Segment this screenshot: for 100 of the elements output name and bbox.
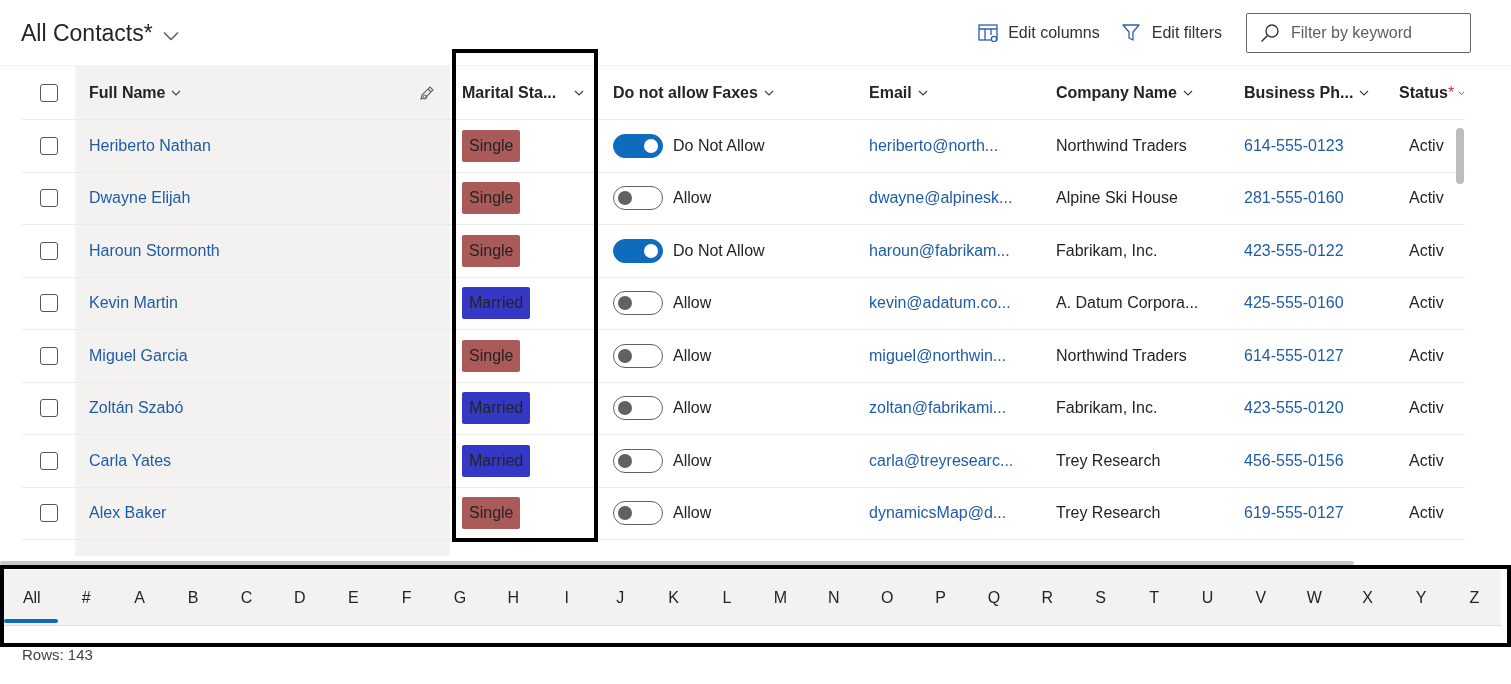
contact-link[interactable]: Miguel Garcia — [89, 346, 188, 365]
column-header[interactable]: Do not allow Faxes — [598, 66, 855, 119]
table-cell: Activ — [1409, 136, 1444, 155]
contact-link[interactable]: Dwayne Elijah — [89, 189, 191, 208]
phone-link[interactable]: 423-555-0122 — [1244, 241, 1344, 260]
row-checkbox[interactable] — [39, 346, 58, 365]
jump-bar-link[interactable]: J — [593, 570, 647, 625]
email-link[interactable]: miguel@northwin... — [869, 346, 1007, 365]
toggle-label: Allow — [673, 451, 712, 470]
email-link[interactable]: dynamicsMap@d... — [869, 504, 1007, 523]
table-cell: Fabrikam, Inc. — [1056, 399, 1158, 418]
edit-columns-button[interactable]: Edit columns — [978, 19, 1100, 46]
email-link[interactable]: heriberto@north... — [869, 136, 999, 155]
jump-bar-link[interactable]: L — [700, 570, 754, 625]
search-icon — [1260, 22, 1280, 43]
phone-link[interactable]: 614-555-0123 — [1244, 136, 1344, 155]
jump-bar-link[interactable]: Y — [1394, 570, 1448, 625]
jump-bar-link[interactable]: V — [1234, 570, 1288, 625]
toggle-switch[interactable] — [613, 238, 663, 263]
jump-bar-link[interactable]: All — [4, 570, 60, 625]
toggle-switch[interactable] — [613, 343, 663, 368]
email-link[interactable]: zoltan@fabrikami... — [869, 399, 1007, 418]
chevron-down-icon — [1182, 89, 1193, 96]
chevron-down-icon — [1458, 89, 1465, 96]
jump-bar-link[interactable]: R — [1020, 570, 1074, 625]
jump-bar-link[interactable]: I — [540, 570, 594, 625]
toggle-label: Allow — [673, 346, 712, 365]
toggle-switch[interactable] — [613, 133, 663, 158]
jump-bar-link[interactable]: # — [59, 570, 113, 625]
row-checkbox[interactable] — [39, 504, 58, 523]
email-link[interactable]: dwayne@alpinesk... — [869, 189, 1013, 208]
row-checkbox[interactable] — [39, 451, 58, 470]
row-checkbox[interactable] — [39, 136, 58, 155]
row-checkbox[interactable] — [39, 399, 58, 418]
jump-bar-link[interactable]: P — [913, 570, 968, 625]
scrollbar-thumb[interactable] — [1456, 128, 1464, 184]
email-link[interactable]: carla@treyresearc... — [869, 451, 1014, 470]
chevron-down-icon[interactable] — [162, 30, 179, 41]
jump-bar-link[interactable]: U — [1180, 570, 1235, 625]
jump-bar-link[interactable]: A — [112, 570, 167, 625]
table-cell: Activ — [1409, 399, 1444, 418]
jump-bar-link[interactable]: O — [860, 570, 914, 625]
email-link[interactable]: haroun@fabrikam... — [869, 241, 1010, 260]
search-field[interactable]: Filter by keyword — [1246, 12, 1471, 53]
jump-bar-link[interactable]: D — [273, 570, 327, 625]
chevron-down-icon — [763, 89, 774, 96]
column-header[interactable]: Status* — [1385, 66, 1465, 119]
select-all-checkbox[interactable] — [39, 83, 58, 102]
table-cell: Activ — [1409, 241, 1444, 260]
column-header[interactable]: Marital Sta... — [450, 66, 598, 119]
contact-link[interactable]: Alex Baker — [89, 504, 167, 523]
jump-bar-link[interactable]: S — [1074, 570, 1128, 625]
contact-link[interactable]: Haroun Stormonth — [89, 241, 220, 260]
phone-link[interactable]: 281-555-0160 — [1244, 189, 1344, 208]
jump-bar-link[interactable]: C — [219, 570, 274, 625]
jump-bar-link[interactable]: T — [1127, 570, 1181, 625]
jump-bar-link[interactable]: N — [807, 570, 861, 625]
column-header[interactable]: Business Ph... — [1230, 66, 1385, 119]
contact-link[interactable]: Kevin Martin — [89, 294, 178, 313]
view-title: All Contacts* — [21, 20, 153, 47]
jump-bar-link[interactable]: B — [166, 570, 220, 625]
table-gear-icon — [978, 23, 999, 42]
jump-bar-link[interactable]: M — [753, 570, 808, 625]
phone-link[interactable]: 619-555-0127 — [1244, 504, 1344, 523]
jump-bar-link[interactable]: E — [326, 570, 380, 625]
table-cell: Activ — [1409, 294, 1444, 313]
column-header[interactable]: Full Name — [75, 66, 450, 119]
edit-filters-button[interactable]: Edit filters — [1121, 19, 1222, 46]
toggle-switch[interactable] — [613, 396, 663, 421]
jump-bar-link[interactable]: F — [379, 570, 434, 625]
row-checkbox[interactable] — [39, 241, 58, 260]
row-checkbox[interactable] — [39, 294, 58, 313]
toggle-switch[interactable] — [613, 501, 663, 526]
contact-link[interactable]: Zoltán Szabó — [89, 399, 184, 418]
contact-link[interactable]: Heriberto Nathan — [89, 136, 211, 155]
scrollbar-thumb[interactable] — [0, 561, 1354, 565]
column-header[interactable]: Email — [855, 66, 1042, 119]
column-header[interactable]: Company Name — [1042, 66, 1230, 119]
phone-link[interactable]: 456-555-0156 — [1244, 451, 1344, 470]
jump-bar-link[interactable]: G — [433, 570, 487, 625]
jump-bar-link[interactable]: X — [1340, 570, 1395, 625]
jump-bar-link[interactable]: H — [486, 570, 541, 625]
toggle-switch[interactable] — [613, 291, 663, 316]
status-tag: Single — [462, 129, 521, 162]
chevron-down-icon — [574, 89, 584, 96]
contact-link[interactable]: Carla Yates — [89, 451, 172, 470]
jump-bar-link[interactable]: Z — [1447, 570, 1502, 625]
jump-bar-link[interactable]: K — [646, 570, 701, 625]
jump-bar-link[interactable]: W — [1287, 570, 1341, 625]
table-cell: Trey Research — [1056, 451, 1161, 470]
phone-link[interactable]: 423-555-0120 — [1244, 399, 1344, 418]
email-link[interactable]: kevin@adatum.co... — [869, 294, 1011, 313]
required-mark: * — [1447, 83, 1455, 102]
row-checkbox[interactable] — [39, 189, 58, 208]
jump-bar-link[interactable]: Q — [967, 570, 1021, 625]
toggle-switch[interactable] — [613, 448, 663, 473]
phone-link[interactable]: 425-555-0160 — [1244, 294, 1344, 313]
phone-link[interactable]: 614-555-0127 — [1244, 346, 1344, 365]
toggle-label: Allow — [673, 504, 712, 523]
toggle-switch[interactable] — [613, 186, 663, 211]
